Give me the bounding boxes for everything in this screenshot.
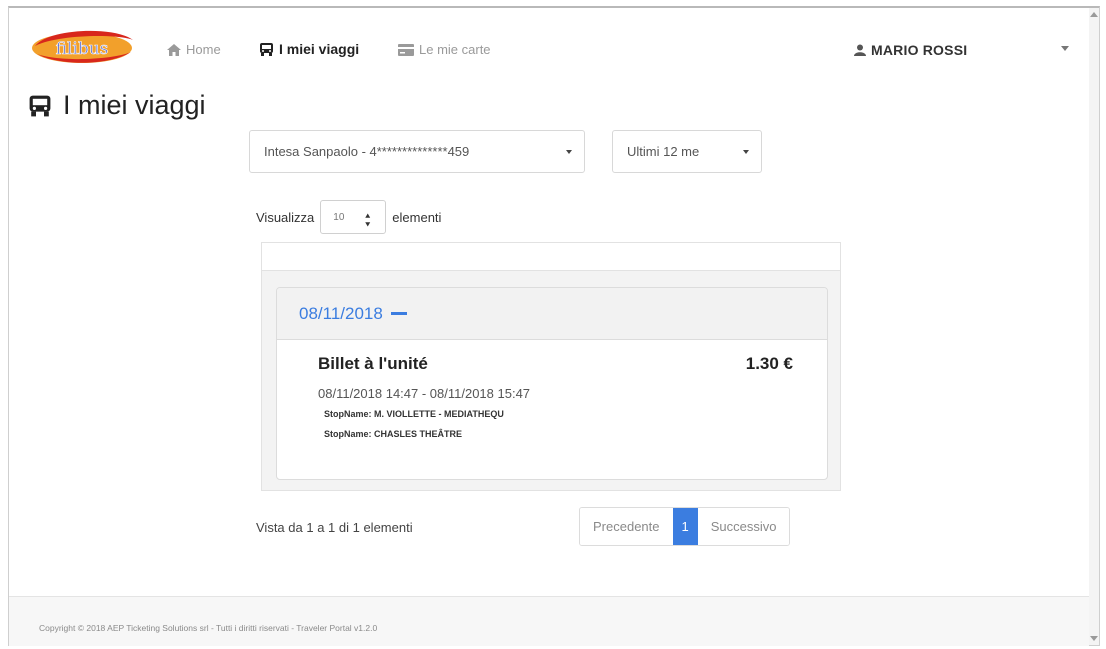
pagination: Precedente 1 Successivo (579, 507, 791, 546)
trip-item: Billet à l'unité 1.30 € 08/11/2018 14:47… (277, 340, 827, 439)
user-icon (854, 44, 866, 56)
table-info: Vista da 1 a 1 di 1 elementi (256, 520, 413, 535)
logo-text: filibus (56, 39, 109, 59)
card-icon (398, 43, 414, 56)
trips-panel: 08/11/2018 Billet à l'unité 1.30 € 08/11… (261, 242, 841, 491)
home-icon (167, 43, 181, 56)
bus-icon (260, 42, 273, 56)
page-title-text: I miei viaggi (63, 90, 206, 120)
trip-stop-start: StopName: M. VIOLLETTE - MEDIATHEQU (324, 409, 504, 419)
day-header-toggle[interactable]: 08/11/2018 (277, 288, 827, 340)
nav-my-trips[interactable]: I miei viaggi (259, 41, 359, 57)
nav-my-cards-label: Le mie carte (419, 42, 491, 57)
day-group: 08/11/2018 Billet à l'unité 1.30 € 08/11… (276, 287, 828, 480)
page-length-prefix: Visualizza (256, 209, 315, 225)
footer: Copyright © 2018 AEP Ticketing Solutions… (9, 596, 1089, 646)
user-dropdown-caret-icon[interactable] (1061, 46, 1069, 51)
scroll-up-icon[interactable] (1090, 12, 1098, 17)
scroll-down-icon[interactable] (1090, 636, 1098, 641)
page-length-value: 10 (333, 211, 345, 223)
nav-home-label: Home (186, 42, 221, 57)
nav-home[interactable]: Home (167, 42, 221, 57)
updown-icon: ⯅ ⯆ (364, 211, 372, 230)
collapse-minus-icon (390, 312, 407, 315)
page-title: I miei viaggi (27, 90, 206, 121)
trips-panel-header (262, 243, 840, 271)
pagination-next-button[interactable]: Successivo (697, 508, 790, 545)
page-length-select[interactable]: 10 ⯅ ⯆ (320, 200, 387, 234)
page-length-control: Visualizza 10 ⯅ ⯆ elementi (256, 200, 441, 234)
period-select-value: Ultimi 12 me (627, 144, 700, 159)
period-select[interactable]: Ultimi 12 me (612, 130, 762, 173)
chevron-down-icon (743, 150, 749, 154)
user-menu[interactable]: MARIO ROSSI (854, 42, 967, 58)
card-select[interactable]: Intesa Sanpaolo - 4**************459 (249, 130, 585, 173)
pagination-page-1[interactable]: 1 (672, 508, 698, 545)
filibus-logo[interactable]: filibus (29, 24, 135, 68)
chevron-down-icon (566, 150, 572, 154)
browser-frame: filibus Home I miei viaggi Le mie carte … (8, 6, 1100, 646)
pagination-previous-button[interactable]: Precedente (580, 508, 673, 545)
card-select-value: Intesa Sanpaolo - 4**************459 (264, 144, 470, 159)
navbar: filibus Home I miei viaggi Le mie carte … (9, 8, 1089, 90)
trip-price: 1.30 € (745, 354, 793, 373)
page-length-suffix: elementi (392, 209, 442, 225)
vertical-scrollbar[interactable] (1089, 8, 1099, 645)
bus-icon (29, 95, 51, 116)
nav-my-cards[interactable]: Le mie carte (398, 42, 491, 57)
day-date: 08/11/2018 (299, 303, 383, 323)
user-name: MARIO ROSSI (871, 42, 968, 58)
trip-stop-end: StopName: CHASLES THEÂTRE (324, 429, 463, 439)
trip-time: 08/11/2018 14:47 - 08/11/2018 15:47 (318, 386, 531, 401)
footer-copyright: Copyright © 2018 AEP Ticketing Solutions… (39, 623, 378, 633)
nav-my-trips-label: I miei viaggi (279, 41, 360, 57)
